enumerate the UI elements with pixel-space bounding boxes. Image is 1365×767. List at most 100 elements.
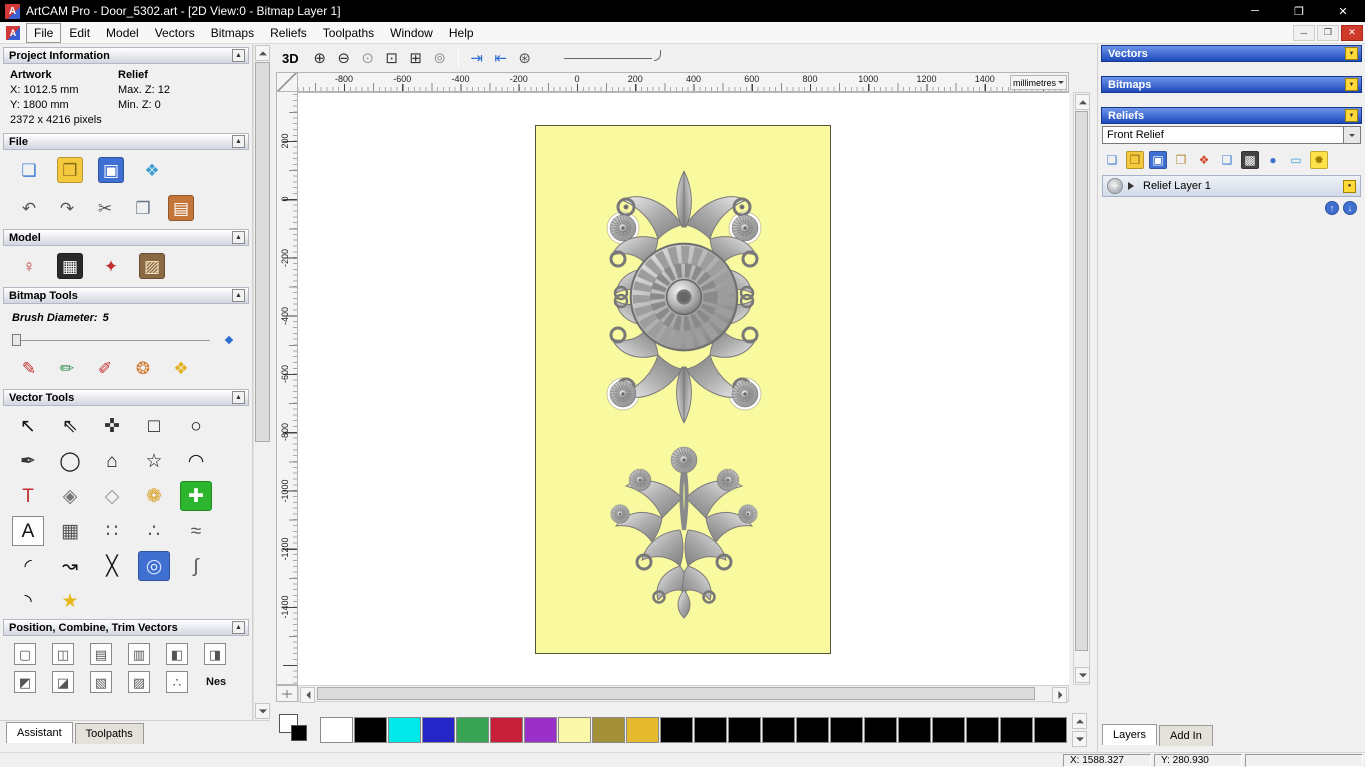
ruler-origin-box[interactable] [276,72,298,92]
palette-swatch[interactable] [932,717,965,743]
relief-greyscale-icon[interactable]: ▩ [1241,151,1259,169]
scroll-right-icon[interactable] [1052,687,1067,703]
mdi-close-button[interactable]: ✕ [1341,24,1363,41]
colour-picker-icon[interactable]: ❂ [130,355,156,381]
scroll-down-icon[interactable] [1072,731,1087,747]
canvas-vertical-scrollbar[interactable] [1073,92,1090,685]
palette-swatch[interactable] [558,717,591,743]
center-x-icon[interactable]: ◫ [52,643,74,665]
expander-icon[interactable] [1128,182,1138,190]
preview-icon[interactable]: ⊛ [514,47,536,69]
vector-doctor-icon[interactable]: ★ [54,586,86,616]
new-model-icon[interactable]: ❏ [16,157,42,183]
intersect-vectors-icon[interactable]: ▨ [128,671,150,693]
bitmaps-menu-icon[interactable]: ▼ [1345,78,1358,91]
palette-swatch[interactable] [694,717,727,743]
vector-direction-icon[interactable]: ↝ [54,551,86,581]
export-model-icon[interactable]: ❖ [139,157,165,183]
copy-icon[interactable]: ❐ [130,195,156,221]
zoom-in-icon[interactable]: ⊕ [309,47,331,69]
zoom-fit-icon[interactable]: ⊡ [381,47,403,69]
chevron-down-icon[interactable] [1344,126,1361,144]
model-wizard-icon[interactable]: ✦ [98,253,124,279]
paste-array-icon[interactable]: ∷ [96,516,128,546]
assistant-scrollbar[interactable] [253,44,270,720]
center-in-page-icon[interactable]: ▢ [14,643,36,665]
create-rectangle-icon[interactable]: □ [138,411,170,441]
menu-toolpaths[interactable]: Toolpaths [315,23,382,43]
trim-overlap-icon[interactable]: ▧ [90,671,112,693]
bitmaps-header[interactable]: Bitmaps ▼ [1101,76,1362,93]
set-model-size-icon[interactable]: ♀ [16,253,42,279]
load-picture-icon[interactable]: ▨ [139,253,165,279]
offset-vectors-icon[interactable]: ❁ [138,481,170,511]
fillet-arc-icon[interactable]: ◜ [12,551,44,581]
palette-swatch[interactable] [966,717,999,743]
collapse-icon[interactable]: ▲ [232,289,245,302]
layer-visibility-icon[interactable]: ● [1343,179,1356,193]
zoom-out-icon[interactable]: ⊖ [333,47,355,69]
scroll-down-icon[interactable] [1075,667,1090,683]
vectors-header[interactable]: Vectors ▼ [1101,45,1362,62]
menu-edit[interactable]: Edit [61,23,98,43]
spray-tool-icon[interactable]: ✐ [92,355,118,381]
mdi-restore-button[interactable]: ❐ [1317,24,1339,41]
relief-dropdown-value[interactable]: Front Relief [1102,126,1344,144]
mdi-minimize-button[interactable]: ─ [1293,24,1315,41]
menu-help[interactable]: Help [441,23,482,43]
align-left-icon[interactable]: ◧ [166,643,188,665]
palette-swatch[interactable] [456,717,489,743]
palette-swatch[interactable] [490,717,523,743]
maximize-button[interactable]: ❐ [1277,0,1321,22]
reliefs-header[interactable]: Reliefs ▼ [1101,107,1362,124]
align-right-icon[interactable]: ◨ [204,643,226,665]
tab-assistant[interactable]: Assistant [6,722,73,743]
layer-down-icon[interactable]: ↓ [1343,201,1357,215]
nesting-tool[interactable]: Nes [204,674,228,690]
palette-swatch[interactable] [1000,717,1033,743]
create-ellipse-icon[interactable]: ◯ [54,446,86,476]
open-model-icon[interactable]: ❒ [57,157,83,183]
palette-swatch[interactable] [728,717,761,743]
snap-guides-icon[interactable]: ⇤ [490,47,512,69]
collapse-icon[interactable]: ▲ [232,621,245,634]
relief-selector[interactable]: Front Relief [1102,126,1361,144]
relief-open-icon[interactable]: ❒ [1126,151,1144,169]
extrude-vector-icon[interactable]: ◎ [138,551,170,581]
zoom-ratio-icon[interactable]: ⊚ [429,47,451,69]
spline-tool-icon[interactable]: ∫ [180,551,212,581]
palette-swatch[interactable] [898,717,931,743]
create-polyline-icon[interactable]: ✒ [12,446,44,476]
snap-grid-icon[interactable]: ⇥ [466,47,488,69]
palette-swatch[interactable] [354,717,387,743]
mirror-vectors-icon[interactable]: ◈ [54,481,86,511]
create-text-icon[interactable]: T [12,481,44,511]
text-block-icon[interactable]: A [12,516,44,546]
weld-vectors-icon[interactable]: ◩ [14,671,36,693]
palette-swatch[interactable] [660,717,693,743]
redo-icon[interactable]: ↷ [54,195,80,221]
palette-swatch[interactable] [320,717,353,743]
paste-icon[interactable]: ▤ [168,195,194,221]
undo-icon[interactable]: ↶ [16,195,42,221]
scroll-left-icon[interactable] [300,687,315,703]
scroll-up-icon[interactable] [1075,94,1090,110]
palette-swatch[interactable] [1034,717,1067,743]
draw-tool-icon[interactable]: ✏ [54,355,80,381]
palette-swatch[interactable] [422,717,455,743]
palette-swatch[interactable] [626,717,659,743]
node-chain-icon[interactable]: ∴ [138,516,170,546]
palette-swatch[interactable] [796,717,829,743]
close-button[interactable]: ✕ [1321,0,1365,22]
scatter-vectors-icon[interactable]: ∴ [166,671,188,693]
collapse-icon[interactable]: ▲ [232,231,245,244]
subtract-vectors-icon[interactable]: ◪ [52,671,74,693]
menu-vectors[interactable]: Vectors [147,23,203,43]
menu-file[interactable]: File [26,22,62,43]
select-vectors-icon[interactable]: ↖ [12,411,44,441]
layer-up-icon[interactable]: ↑ [1325,201,1339,215]
cut-icon[interactable]: ✂ [92,195,118,221]
relief-import-icon[interactable]: ❐ [1172,151,1190,169]
collapse-icon[interactable]: ▲ [232,49,245,62]
scroll-up-icon[interactable] [255,45,270,61]
